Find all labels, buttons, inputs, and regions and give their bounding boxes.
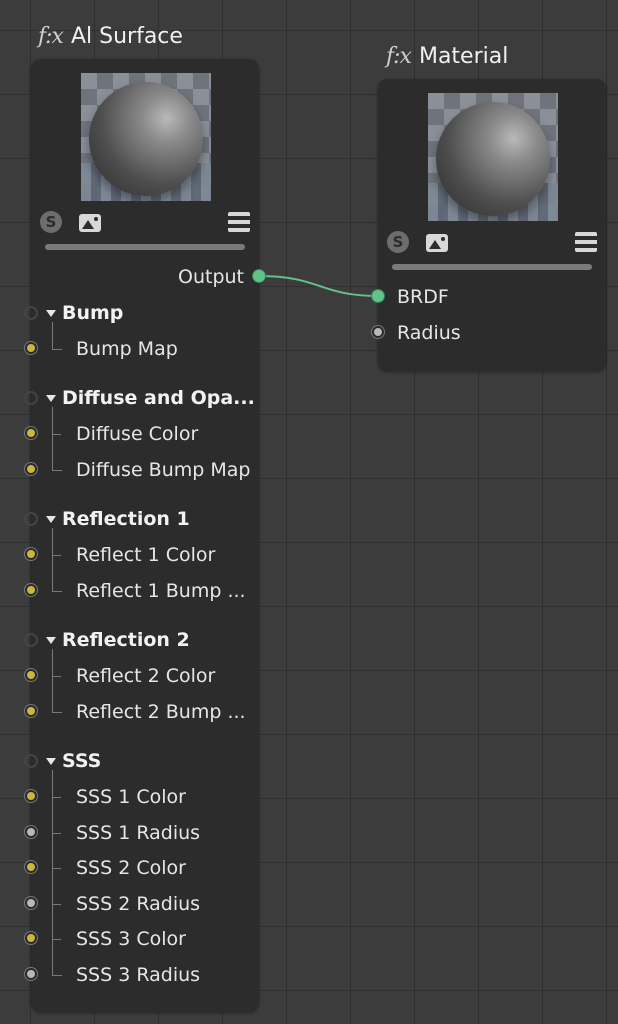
port-reflect-2-bump[interactable]	[25, 705, 37, 717]
input-diffuse-bump-map[interactable]: Diffuse Bump Map	[76, 459, 250, 481]
preview-bar[interactable]	[45, 244, 245, 250]
tree-tee	[52, 434, 61, 435]
group-port-sss[interactable]	[24, 754, 38, 768]
port-reflect-2-color[interactable]	[25, 669, 37, 681]
tree-line	[52, 407, 53, 463]
tree-tee	[52, 676, 61, 677]
tree-tee	[52, 868, 61, 869]
group-port-bump[interactable]	[24, 306, 38, 320]
preview-bar[interactable]	[392, 264, 592, 270]
port-brdf[interactable]	[371, 289, 385, 303]
tree-tee	[52, 833, 61, 834]
input-sss-2-color[interactable]: SSS 2 Color	[76, 857, 186, 879]
group-reflection-1[interactable]: Reflection 1	[62, 508, 190, 530]
tree-tee	[52, 904, 61, 905]
port-diffuse-color[interactable]	[25, 427, 37, 439]
output-port[interactable]	[252, 269, 266, 283]
al-surface-preview	[81, 73, 211, 201]
tree-line	[52, 528, 53, 584]
tree-tee	[52, 939, 61, 940]
image-icon[interactable]	[426, 234, 448, 252]
al-surface-title-text: Al Surface	[70, 24, 183, 49]
menu-icon[interactable]	[228, 212, 250, 232]
input-reflect-2-bump[interactable]: Reflect 2 Bump ...	[76, 701, 246, 723]
port-reflect-1-color[interactable]	[25, 548, 37, 560]
input-sss-1-color[interactable]: SSS 1 Color	[76, 786, 186, 808]
port-radius[interactable]	[372, 326, 384, 338]
input-diffuse-color[interactable]: Diffuse Color	[76, 423, 198, 445]
port-sss-2-color[interactable]	[25, 861, 37, 873]
port-sss-2-radius[interactable]	[25, 897, 37, 909]
tree-line	[52, 322, 53, 342]
al-surface-title[interactable]: f:x Al Surface	[38, 24, 183, 49]
collapse-triangle-icon[interactable]	[46, 637, 56, 644]
input-radius[interactable]: Radius	[397, 322, 461, 344]
input-reflect-2-color[interactable]: Reflect 2 Color	[76, 665, 215, 687]
material-preview	[428, 93, 558, 221]
material-title-text: Material	[418, 44, 509, 69]
input-brdf[interactable]: BRDF	[397, 286, 449, 308]
group-reflection-2[interactable]: Reflection 2	[62, 629, 190, 651]
s-icon[interactable]: S	[40, 211, 62, 233]
input-reflect-1-bump[interactable]: Reflect 1 Bump ...	[76, 580, 246, 602]
port-sss-1-color[interactable]	[25, 790, 37, 802]
input-sss-2-radius[interactable]: SSS 2 Radius	[76, 893, 200, 915]
fx-icon: f:x	[386, 44, 412, 69]
tree-tee	[52, 555, 61, 556]
tree-tee	[52, 797, 61, 798]
group-bump[interactable]: Bump	[62, 302, 123, 324]
group-diffuse[interactable]: Diffuse and Opa...	[62, 387, 255, 409]
material-title[interactable]: f:x Material	[386, 44, 508, 69]
input-bump-map[interactable]: Bump Map	[76, 338, 178, 360]
menu-icon[interactable]	[575, 232, 597, 252]
port-bump-map[interactable]	[25, 342, 37, 354]
preview-sphere	[89, 82, 203, 196]
port-sss-3-color[interactable]	[25, 932, 37, 944]
preview-sphere	[436, 102, 550, 216]
tree-elbow	[52, 340, 62, 350]
port-diffuse-bump-map[interactable]	[25, 463, 37, 475]
collapse-triangle-icon[interactable]	[46, 310, 56, 317]
image-icon[interactable]	[79, 214, 101, 232]
group-port-diffuse[interactable]	[24, 391, 38, 405]
group-port-reflection-2[interactable]	[24, 633, 38, 647]
input-sss-1-radius[interactable]: SSS 1 Radius	[76, 822, 200, 844]
tree-elbow	[52, 966, 62, 976]
port-reflect-1-bump[interactable]	[25, 584, 37, 596]
input-sss-3-radius[interactable]: SSS 3 Radius	[76, 964, 200, 986]
output-label: Output	[178, 266, 244, 288]
tree-elbow	[52, 461, 62, 471]
tree-elbow	[52, 703, 62, 713]
tree-elbow	[52, 582, 62, 592]
tree-line	[52, 649, 53, 705]
fx-icon: f:x	[38, 24, 64, 49]
port-sss-3-radius[interactable]	[25, 968, 37, 980]
group-sss[interactable]: SSS	[62, 750, 101, 772]
collapse-triangle-icon[interactable]	[46, 758, 56, 765]
group-port-reflection-1[interactable]	[24, 512, 38, 526]
input-sss-3-color[interactable]: SSS 3 Color	[76, 928, 186, 950]
collapse-triangle-icon[interactable]	[46, 395, 56, 402]
s-icon[interactable]: S	[387, 231, 409, 253]
collapse-triangle-icon[interactable]	[46, 516, 56, 523]
input-reflect-1-color[interactable]: Reflect 1 Color	[76, 544, 215, 566]
port-sss-1-radius[interactable]	[25, 826, 37, 838]
